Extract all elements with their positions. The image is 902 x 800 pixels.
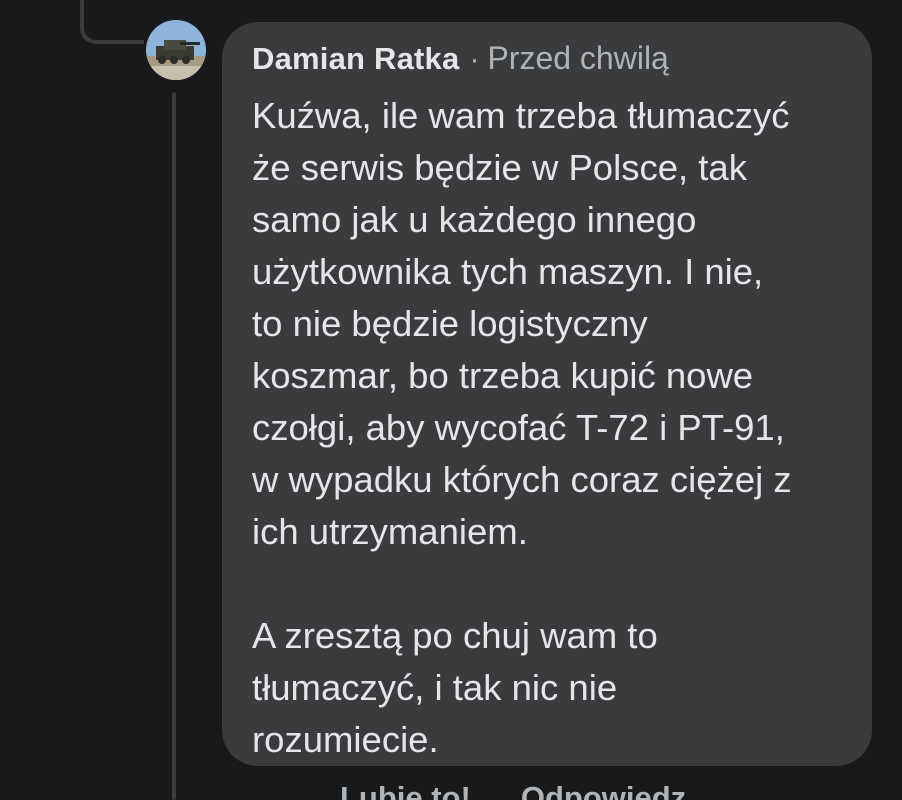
author-name[interactable]: Damian Ratka bbox=[252, 41, 459, 77]
comment-line: czołgi, aby wycofać T-72 i PT-91, bbox=[252, 407, 785, 448]
header-separator: · bbox=[469, 43, 480, 76]
comment-line: ich utrzymaniem. bbox=[252, 511, 528, 552]
thread-connector bbox=[80, 0, 144, 44]
comment-line: rozumiecie. bbox=[252, 719, 439, 760]
comment-line: użytkownika tych maszyn. I nie, bbox=[252, 251, 764, 292]
comment-text: Kuźwa, ile wam trzeba tłumaczyć że serwi… bbox=[252, 90, 852, 766]
comment-line: w wypadku których coraz ciężej z bbox=[252, 459, 792, 500]
comment-thread-screen: Damian Ratka · Przed chwilą Kuźwa, ile w… bbox=[0, 0, 902, 800]
comment-line: koszmar, bo trzeba kupić nowe bbox=[252, 355, 754, 396]
thread-line bbox=[172, 92, 176, 800]
avatar[interactable] bbox=[146, 20, 206, 80]
comment-line: to nie będzie logistyczny bbox=[252, 303, 648, 344]
comment-line: Kuźwa, ile wam trzeba tłumaczyć bbox=[252, 95, 790, 136]
comment-timestamp[interactable]: Przed chwilą bbox=[487, 40, 668, 77]
comment-line: tłumaczyć, i tak nic nie bbox=[252, 667, 618, 708]
like-button[interactable]: Lubię to! bbox=[340, 780, 471, 800]
comment-line: A zresztą po chuj wam to bbox=[252, 615, 658, 656]
comment-line: że serwis będzie w Polsce, tak bbox=[252, 147, 747, 188]
comment-header: Damian Ratka · Przed chwilą bbox=[252, 40, 852, 84]
avatar-photo-icon bbox=[146, 20, 206, 80]
reply-button[interactable]: Odpowiedz bbox=[521, 780, 686, 800]
comment-actions: Lubię to! Odpowiedz bbox=[340, 780, 686, 800]
comment-bubble: Damian Ratka · Przed chwilą Kuźwa, ile w… bbox=[222, 22, 872, 766]
comment-line: samo jak u każdego innego bbox=[252, 199, 697, 240]
